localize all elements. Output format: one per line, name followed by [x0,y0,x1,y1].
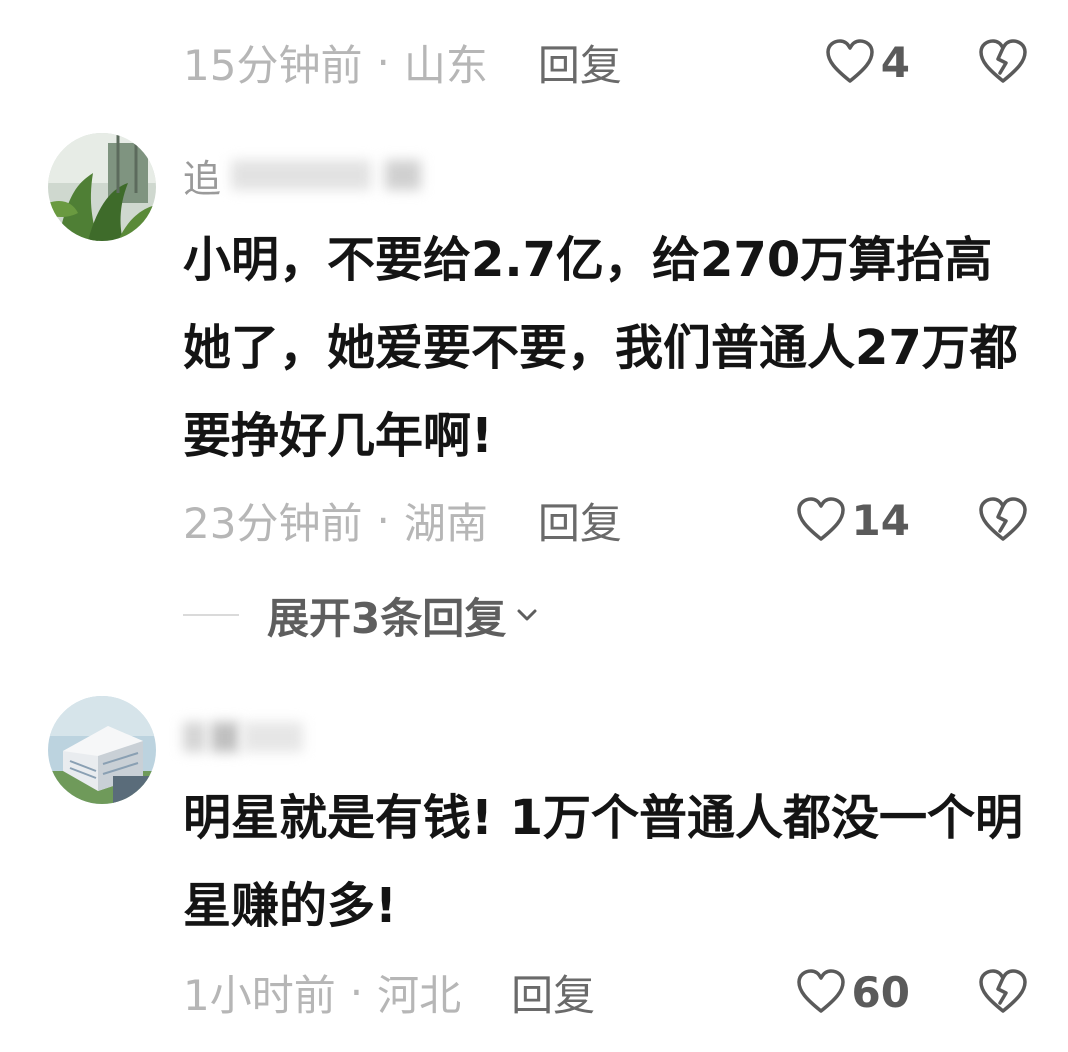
username-visible-part: 追 [183,156,222,201]
like-button[interactable]: 4 [825,38,910,87]
divider-line [183,614,239,616]
like-count: 60 [851,967,910,1017]
username-blurred [231,160,372,190]
comment-text: 小明，不要给2.7亿，给270万算抬高她了，她爱要不要，我们普通人27万都要挣好… [183,232,1018,464]
username[interactable] [183,712,303,762]
username-blurred [183,722,205,752]
reply-button[interactable]: 回复 [538,32,622,93]
expand-replies-button[interactable]: 展开3条回复 [183,585,540,645]
like-button[interactable]: 60 [796,968,910,1017]
comment-meta-row: 23分钟前 · 湖南 回复 14 [183,490,1028,550]
broken-heart-icon[interactable] [978,967,1028,1017]
username-blurred [243,722,303,752]
comment-meta-row: 1小时前 · 河北 回复 60 [183,962,1028,1022]
reply-button[interactable]: 回复 [511,962,595,1023]
separator-dot: · [349,967,364,1017]
comment-meta-row: 15分钟前 · 山东 回复 4 [183,32,1028,92]
comment-location: 河北 [377,970,462,1020]
comment-time: 23分钟前 [183,498,363,548]
comment-location: 湖南 [403,498,488,548]
separator-dot: · [376,495,390,545]
comment-time: 1小时前 [183,970,336,1020]
avatar[interactable] [48,133,156,241]
like-button[interactable]: 14 [796,496,910,545]
username[interactable]: 追 [183,150,422,201]
username-blurred [211,722,239,752]
heart-outline-icon [796,969,845,1013]
comment-text: 明星就是有钱! 1万个普通人都没一个明星赚的多! [183,790,1024,934]
comment-time: 15分钟前 [183,40,363,90]
like-count: 4 [880,37,910,87]
heart-outline-icon [826,39,874,83]
heart-outline-icon [796,497,845,541]
like-count: 14 [851,495,910,545]
avatar[interactable] [48,696,156,804]
comment-location: 山东 [403,40,488,90]
chevron-down-icon [517,609,537,621]
username-blurred [385,160,422,190]
expand-replies-label: 展开3条回复 [267,593,507,643]
separator-dot: · [376,37,390,87]
broken-heart-icon[interactable] [978,495,1028,545]
broken-heart-icon[interactable] [978,37,1028,87]
reply-button[interactable]: 回复 [538,490,622,551]
